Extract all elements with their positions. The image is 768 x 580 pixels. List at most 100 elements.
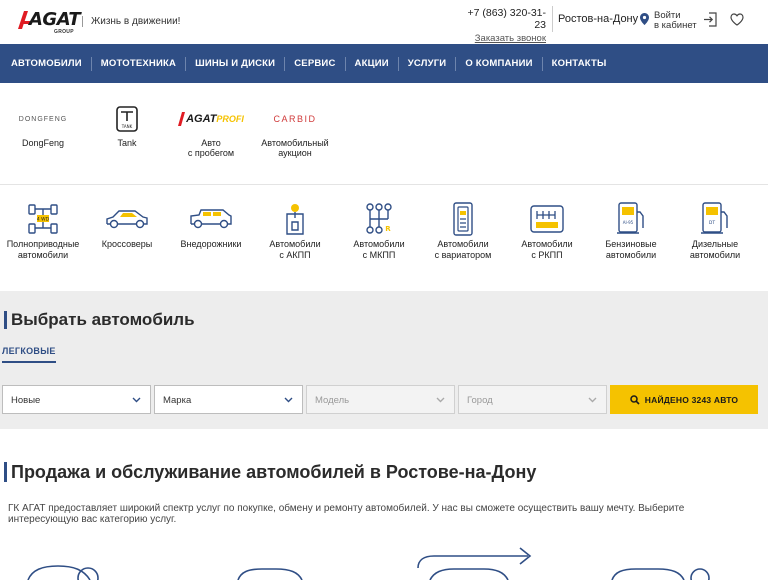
condition-select[interactable]: Новые [2,385,151,414]
city-selector[interactable]: Ростов-на-Дону [552,6,650,32]
dongfeng-logo: DONGFENG [3,100,83,138]
car-search-section: Выбрать автомобиль ЛЕГКОВЫЕ Новые Марка … [0,291,768,429]
nav-item-moto[interactable]: МОТОТЕХНИКА [92,56,187,71]
search-icon [630,394,640,405]
nav-item-services[interactable]: УСЛУГИ [399,56,457,71]
petrol-pump-icon: AI-95 [591,200,671,238]
category-list: 4 WD Полноприводные автомобили Кроссовер… [0,200,768,270]
nav-item-tires[interactable]: ШИНЫ И ДИСКИ [186,56,286,71]
tank-logo: TANK [87,100,167,138]
brand-select-value: Марка [163,395,192,406]
found-cars-label: НАЙДЕНО 3243 АВТО [644,394,739,405]
category-diesel[interactable]: DT Дизельные автомобили [675,200,755,260]
cvt-icon [423,200,503,238]
brand-label: аукцион [278,148,312,158]
buy-car-icon[interactable] [27,565,99,580]
agat-profi-suffix: PROFI [216,114,244,124]
phone-number[interactable]: +7 (863) 320-31-23 [458,7,546,31]
dongfeng-logo-text: DONGFENG [18,115,68,123]
category-label: автомобили [689,250,741,260]
chevron-down-icon [132,397,141,403]
brand-tank[interactable]: TANK Tank [87,100,167,148]
main-nav: АВТОМОБИЛИ МОТОТЕХНИКА ШИНЫ И ДИСКИ СЕРВ… [0,44,768,83]
content-text: ГК АГАТ предоставляет широкий спектр усл… [8,503,685,525]
city-name: Ростов-на-Дону [558,13,639,25]
brand-dongfeng[interactable]: DONGFENG DongFeng [3,100,83,149]
chevron-down-icon [588,397,597,403]
city-select[interactable]: Город [458,385,607,414]
category-label: Дизельные [691,239,739,249]
manual-reverse-badge: R [385,225,391,233]
category-label: Бензиновые [605,239,657,249]
category-label: Кроссоверы [101,239,153,249]
tab-passenger-cars[interactable]: ЛЕГКОВЫЕ [2,346,56,363]
carbid-logo-text: CARBID [273,114,317,124]
category-label: с МКПП [362,250,396,260]
category-robot[interactable]: Автомобили с РКПП [507,200,587,260]
agat-profi-mark-icon [178,112,186,126]
nav-item-service[interactable]: СЕРВИС [285,56,346,71]
carbid-logo: CARBID [255,100,335,138]
nav-item-contacts[interactable]: КОНТАКТЫ [543,57,616,71]
heart-icon[interactable] [730,13,744,26]
phone-block: +7 (863) 320-31-23 Заказать звонок [458,7,546,44]
category-crossover[interactable]: Кроссоверы [87,200,167,250]
model-select-value: Модель [315,395,350,406]
category-manual[interactable]: R Автомобили с МКПП [339,200,419,260]
login-icon[interactable] [703,12,717,27]
category-label: Внедорожники [180,239,242,249]
diesel-badge: DT [709,220,715,226]
category-label: с вариатором [434,250,492,260]
nav-item-about[interactable]: О КОМПАНИИ [456,56,543,71]
logo-word: AGAT [29,9,81,30]
category-label: автомобили [17,250,69,260]
service-icons-row [27,547,710,580]
slogan: Жизнь в движении! [82,16,180,27]
login-link[interactable]: Войти в кабинет [654,11,697,31]
category-label: Автомобили [269,239,321,249]
category-automatic[interactable]: Автомобили с АКПП [255,200,335,260]
category-label: Автомобили [521,239,573,249]
category-4wd[interactable]: 4 WD Полноприводные автомобили [3,200,83,260]
tank-logo-text: TANK [121,124,133,129]
robot-gearbox-icon [507,200,587,238]
city-select-value: Город [467,395,493,406]
agat-logo[interactable]: AGAT GROUP [18,8,81,36]
brand-agat-profi[interactable]: AGAT PROFI Авто с пробегом [171,100,251,158]
repair-car-icon[interactable] [611,568,710,580]
logo-group: GROUP [54,29,74,35]
category-label: автомобили [605,250,657,260]
category-label: Автомобили [353,239,405,249]
login-line2: в кабинет [654,20,697,31]
callback-link[interactable]: Заказать звонок [458,33,546,44]
brand-carbid[interactable]: CARBID Автомобильный аукцион [255,100,335,158]
4wd-icon: 4 WD [3,200,83,238]
nav-item-promos[interactable]: АКЦИИ [346,56,399,71]
automatic-gearbox-icon [255,200,335,238]
trade-in-icon[interactable] [417,547,532,580]
site-header: AGAT GROUP Жизнь в движении! +7 (863) 32… [0,0,768,44]
brand-select[interactable]: Марка [154,385,303,414]
brand-list: DONGFENG DongFeng TANK Tank AGAT PROFI А… [0,100,768,170]
tank-logo-icon: TANK [116,106,138,132]
category-label: с АКПП [279,250,311,260]
search-fields: Новые Марка Модель Город НАЙДЕНО 3243 АВ… [2,385,758,414]
nav-item-cars[interactable]: АВТОМОБИЛИ [2,56,92,71]
category-label: с РКПП [531,250,563,260]
category-cvt[interactable]: Автомобили с вариатором [423,200,503,260]
model-select[interactable]: Модель [306,385,455,414]
manual-gearbox-icon: R [339,200,419,238]
content-title: Продажа и обслуживание автомобилей в Рос… [4,462,536,482]
diesel-pump-icon: DT [675,200,755,238]
section-divider [0,184,768,185]
agat-profi-logo: AGAT PROFI [171,100,251,138]
chevron-down-icon [284,397,293,403]
agat-profi-word: AGAT [186,113,217,125]
found-cars-button[interactable]: НАЙДЕНО 3243 АВТО [610,385,758,414]
category-label: Автомобили [437,239,489,249]
location-pin-icon [640,13,650,25]
category-petrol[interactable]: AI-95 Бензиновые автомобили [591,200,671,260]
service-car-icon[interactable] [237,568,303,580]
category-label: Полноприводные [6,239,80,249]
category-suv[interactable]: Внедорожники [171,200,251,250]
